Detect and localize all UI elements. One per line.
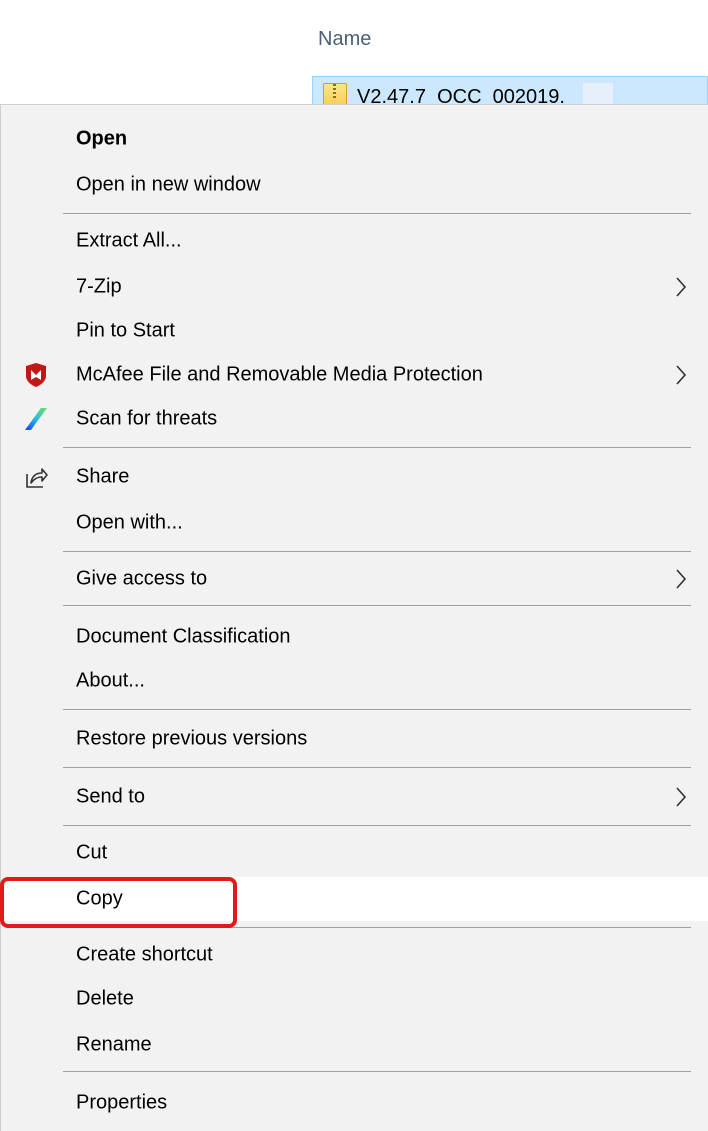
menu-item-label: Open with...	[76, 511, 183, 534]
menu-item-cut[interactable]: Cut	[1, 831, 708, 875]
menu-item-properties[interactable]: Properties	[1, 1081, 708, 1125]
chevron-right-icon	[676, 569, 687, 589]
menu-item-label: Pin to Start	[76, 319, 175, 342]
menu-item-label: Restore previous versions	[76, 727, 308, 750]
mcafee-shield-icon	[26, 363, 46, 387]
menu-item-give-access[interactable]: Give access to	[1, 557, 708, 601]
menu-item-label: McAfee File and Removable Media Protecti…	[76, 363, 483, 386]
menu-item-pin-to-start[interactable]: Pin to Start	[1, 309, 708, 353]
menu-item-delete[interactable]: Delete	[1, 977, 708, 1021]
menu-item-label: Extract All...	[76, 229, 182, 252]
copy-annotation-highlight	[0, 877, 237, 928]
menu-item-label: Give access to	[76, 567, 208, 590]
menu-item-7zip[interactable]: 7-Zip	[1, 265, 708, 309]
menu-item-label: Document Classification	[76, 625, 291, 648]
menu-item-label: Share	[76, 465, 130, 488]
menu-item-send-to[interactable]: Send to	[1, 775, 708, 819]
menu-item-open-with[interactable]: Open with...	[1, 501, 708, 545]
chevron-right-icon	[676, 365, 687, 385]
menu-item-mcafee[interactable]: McAfee File and Removable Media Protecti…	[1, 353, 708, 397]
menu-item-open-new-window[interactable]: Open in new window	[1, 163, 708, 207]
menu-item-label: About...	[76, 669, 145, 692]
menu-item-share[interactable]: Share	[1, 455, 708, 499]
scan-threats-icon	[25, 408, 47, 430]
menu-separator	[63, 709, 691, 710]
context-menu: Open Open in new window Extract All... 7…	[0, 104, 708, 1131]
menu-separator	[63, 825, 691, 826]
menu-item-scan-threats[interactable]: Scan for threats	[1, 397, 708, 441]
menu-item-label: Scan for threats	[76, 407, 218, 430]
menu-item-label: Create shortcut	[76, 943, 213, 966]
chevron-right-icon	[676, 787, 687, 807]
menu-item-label: Properties	[76, 1091, 168, 1114]
menu-separator	[63, 213, 691, 214]
menu-item-label: Open in new window	[76, 173, 261, 196]
menu-separator	[63, 551, 691, 552]
menu-item-document-classification[interactable]: Document Classification	[1, 615, 708, 659]
menu-item-extract-all[interactable]: Extract All...	[1, 219, 708, 263]
menu-item-label: Delete	[76, 987, 134, 1010]
menu-item-restore-previous-versions[interactable]: Restore previous versions	[1, 717, 708, 761]
menu-item-about[interactable]: About...	[1, 659, 708, 703]
chevron-right-icon	[676, 277, 687, 297]
menu-item-label: 7-Zip	[76, 275, 122, 298]
menu-item-label: Open	[76, 127, 128, 150]
menu-separator	[63, 767, 691, 768]
menu-item-rename[interactable]: Rename	[1, 1023, 708, 1067]
menu-item-create-shortcut[interactable]: Create shortcut	[1, 933, 708, 977]
menu-separator	[63, 447, 691, 448]
menu-item-label: Send to	[76, 785, 145, 808]
share-icon	[26, 468, 48, 488]
column-header-name[interactable]: Name	[318, 28, 371, 51]
menu-item-label: Rename	[76, 1033, 152, 1056]
menu-separator	[63, 1071, 691, 1072]
menu-item-label: Cut	[76, 841, 108, 864]
menu-item-open[interactable]: Open	[1, 117, 708, 161]
menu-separator	[63, 605, 691, 606]
